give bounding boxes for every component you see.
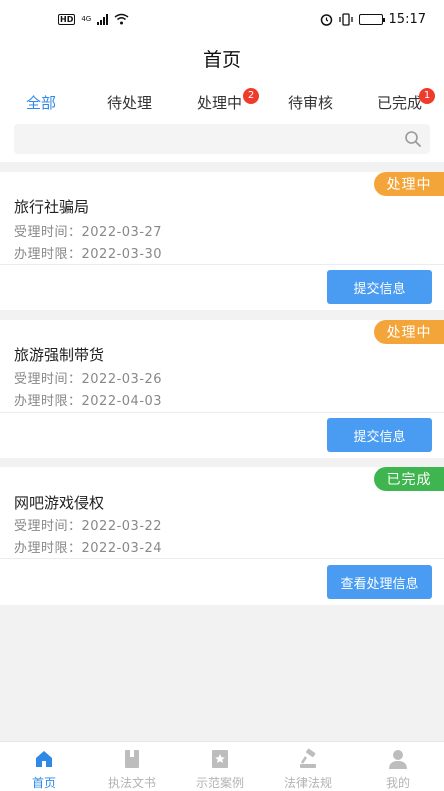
accept-date: 2022-03-22 bbox=[81, 519, 163, 534]
tab-processing[interactable]: 处理中 2 bbox=[197, 88, 260, 113]
status-badge: 处理中 bbox=[374, 320, 444, 344]
accept-date: 2022-03-27 bbox=[81, 225, 163, 240]
deadline-date: 2022-03-24 bbox=[81, 541, 163, 556]
case-card[interactable]: 处理中 旅游强制带货 受理时间：2022-03-26 办理时限：2022-04-… bbox=[0, 320, 444, 458]
accept-label: 受理时间： bbox=[14, 372, 82, 387]
tabbar-label: 我的 bbox=[385, 776, 410, 790]
tab-review[interactable]: 待审核 bbox=[288, 92, 333, 113]
deadline: 办理时限：2022-04-03 bbox=[14, 390, 162, 409]
accept-time: 受理时间：2022-03-27 bbox=[14, 221, 162, 240]
divider bbox=[0, 412, 444, 413]
tab-badge: 2 bbox=[243, 88, 260, 104]
accept-label: 受理时间： bbox=[14, 519, 82, 534]
status-bar: HD 4G 15:17 bbox=[0, 0, 444, 38]
alarm-icon bbox=[320, 13, 332, 26]
deadline: 办理时限：2022-03-24 bbox=[14, 537, 162, 556]
deadline-label: 办理时限： bbox=[14, 394, 82, 409]
vibrate-icon bbox=[338, 12, 353, 26]
search-bar bbox=[0, 122, 444, 162]
home-icon bbox=[36, 751, 52, 767]
hd-indicator: HD bbox=[58, 13, 76, 25]
book-icon bbox=[125, 750, 139, 768]
tab-completed[interactable]: 已完成 1 bbox=[377, 88, 436, 113]
status-bar-right: 15:17 bbox=[320, 12, 426, 27]
case-card[interactable]: 处理中 旅行社骗局 受理时间：2022-03-27 办理时限：2022-03-3… bbox=[0, 172, 444, 310]
accept-date: 2022-03-26 bbox=[81, 372, 163, 387]
battery-icon bbox=[358, 13, 385, 25]
tabbar-item-cases[interactable]: 示范案例 bbox=[176, 748, 264, 791]
view-process-info-button[interactable]: 查看处理信息 bbox=[327, 565, 432, 599]
deadline-date: 2022-04-03 bbox=[81, 394, 163, 409]
tabbar-label: 法律法规 bbox=[283, 776, 332, 790]
tab-all[interactable]: 全部 bbox=[26, 92, 56, 113]
bottom-tab-bar: 首页 执法文书 示范案例 法律法规 我的 bbox=[0, 741, 444, 791]
tab-label: 待审核 bbox=[288, 94, 334, 112]
case-title: 旅游强制带货 bbox=[14, 346, 105, 364]
deadline: 办理时限：2022-03-30 bbox=[14, 243, 162, 262]
gavel-icon bbox=[300, 748, 316, 768]
navigation-bar: 首页 bbox=[0, 38, 444, 78]
network-type: 4G bbox=[81, 15, 92, 23]
tabbar-item-documents[interactable]: 执法文书 bbox=[88, 748, 176, 791]
tab-label: 待处理 bbox=[107, 94, 153, 112]
tab-label: 全部 bbox=[26, 94, 57, 112]
tabbar-label: 示范案例 bbox=[195, 776, 244, 790]
status-badge: 处理中 bbox=[374, 172, 444, 196]
wifi-icon bbox=[114, 13, 129, 25]
case-title: 旅行社骗局 bbox=[14, 198, 90, 216]
tabbar-item-laws[interactable]: 法律法规 bbox=[264, 748, 352, 791]
accept-time: 受理时间：2022-03-26 bbox=[14, 368, 162, 387]
tabbar-label: 首页 bbox=[31, 776, 56, 790]
divider bbox=[0, 558, 444, 559]
deadline-date: 2022-03-30 bbox=[81, 247, 163, 262]
deadline-label: 办理时限： bbox=[14, 247, 82, 262]
star-doc-icon bbox=[212, 750, 228, 768]
submit-info-button[interactable]: 提交信息 bbox=[327, 418, 432, 452]
tab-pending[interactable]: 待处理 bbox=[107, 92, 152, 113]
search-icon[interactable] bbox=[404, 130, 422, 148]
tab-badge: 1 bbox=[419, 88, 436, 104]
user-icon bbox=[389, 750, 407, 769]
tab-label: 处理中 bbox=[197, 94, 243, 112]
filter-tabs: 全部 待处理 处理中 2 待审核 已完成 1 bbox=[0, 78, 444, 122]
tabbar-item-mine[interactable]: 我的 bbox=[354, 748, 442, 791]
tabbar-label: 执法文书 bbox=[107, 776, 156, 790]
status-time: 15:17 bbox=[388, 11, 426, 27]
signal-icon bbox=[97, 13, 109, 25]
tabbar-item-home[interactable]: 首页 bbox=[0, 748, 88, 791]
status-bar-left: HD 4G bbox=[58, 13, 129, 25]
accept-time: 受理时间：2022-03-22 bbox=[14, 515, 162, 534]
accept-label: 受理时间： bbox=[14, 225, 82, 240]
search-input[interactable] bbox=[14, 124, 430, 154]
deadline-label: 办理时限： bbox=[14, 541, 82, 556]
status-badge: 已完成 bbox=[374, 467, 444, 491]
case-title: 网吧游戏侵权 bbox=[14, 494, 105, 512]
divider bbox=[0, 264, 444, 265]
case-card[interactable]: 已完成 网吧游戏侵权 受理时间：2022-03-22 办理时限：2022-03-… bbox=[0, 467, 444, 605]
page-title: 首页 bbox=[202, 48, 241, 71]
tab-label: 已完成 bbox=[377, 94, 423, 112]
submit-info-button[interactable]: 提交信息 bbox=[327, 270, 432, 304]
